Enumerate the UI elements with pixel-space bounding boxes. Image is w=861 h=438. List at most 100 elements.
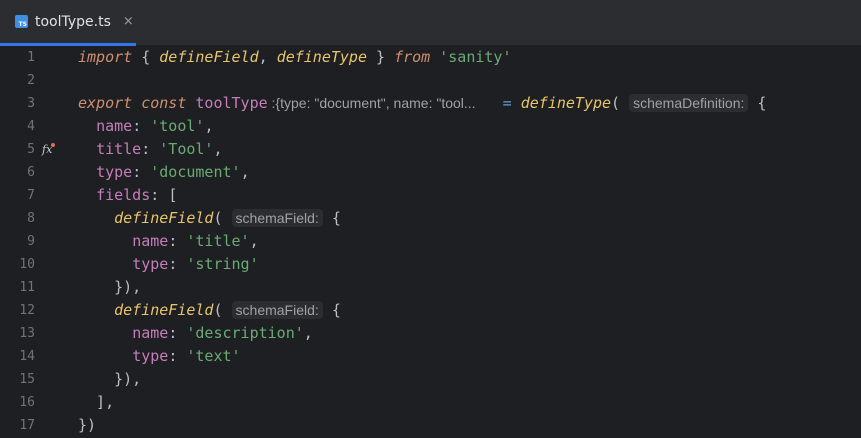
punctuation: :	[150, 186, 169, 204]
punctuation: :	[168, 347, 187, 365]
punctuation: {	[322, 209, 341, 227]
function-override-icon[interactable]: fx	[42, 138, 56, 161]
punctuation: ,	[204, 117, 214, 135]
identifier: defineField	[159, 48, 259, 66]
string-literal: 'document'	[150, 163, 241, 181]
string-literal: 'string'	[186, 255, 259, 273]
code-line-9[interactable]: name: 'title',	[78, 230, 259, 253]
punctuation: {	[322, 301, 341, 319]
property-key: name	[132, 232, 169, 250]
code-line-3[interactable]: export const toolType :{type: "document"…	[78, 92, 766, 115]
parameter-hint[interactable]: schemaField:	[231, 301, 323, 319]
code-line-17[interactable]: })	[78, 414, 96, 437]
parameter-hint[interactable]: schemaField:	[231, 209, 323, 227]
line-number: 5	[27, 142, 35, 157]
line-number: 12	[19, 303, 35, 318]
punctuation: :	[168, 324, 187, 342]
code-line-15[interactable]: }),	[78, 368, 141, 391]
punctuation: ,	[213, 140, 223, 158]
property-key: type	[132, 255, 169, 273]
line-number: 16	[19, 395, 35, 410]
punctuation: ,	[249, 232, 259, 250]
line-number: 3	[27, 96, 35, 111]
string-literal: 'title'	[186, 232, 250, 250]
close-tab-icon[interactable]: ×	[123, 14, 134, 29]
parameter-hint[interactable]: schemaDefinition:	[629, 94, 749, 112]
string-literal: 'tool'	[150, 117, 205, 135]
code-line-1[interactable]: import { defineField, defineType } from …	[78, 46, 512, 69]
code-line-16[interactable]: ],	[78, 391, 114, 414]
property-key: name	[96, 117, 133, 135]
keyword: from	[394, 48, 431, 66]
line-number: 6	[27, 165, 35, 180]
code-line-11[interactable]: }),	[78, 276, 141, 299]
punctuation: :	[132, 117, 151, 135]
line-number: 2	[27, 73, 35, 88]
punctuation: {	[748, 94, 767, 112]
operator: =	[502, 94, 512, 112]
property-key: type	[96, 163, 133, 181]
punctuation: :	[168, 232, 187, 250]
property-key: name	[132, 324, 169, 342]
punctuation: :	[168, 255, 187, 273]
punctuation: (	[611, 94, 621, 112]
function-call: defineField	[114, 209, 214, 227]
keyword: const	[141, 94, 187, 112]
punctuation: }	[367, 48, 395, 66]
punctuation: (	[213, 301, 223, 319]
code-line-5[interactable]: title: 'Tool',	[78, 138, 223, 161]
property-key: fields	[96, 186, 151, 204]
property-key: type	[132, 347, 169, 365]
keyword: export	[78, 94, 133, 112]
code-editor[interactable]: 1 2 3 4 5 fx 6 7 8 9 10 11 12 13 14 15 1…	[0, 46, 861, 438]
property-key: title	[96, 140, 142, 158]
string-literal: 'sanity'	[439, 48, 512, 66]
code-line-13[interactable]: name: 'description',	[78, 322, 313, 345]
string-literal: 'text'	[186, 347, 241, 365]
punctuation: ,	[303, 324, 313, 342]
line-number: 17	[19, 418, 35, 433]
code-line-10[interactable]: type: 'string'	[78, 253, 259, 276]
inferred-type-hint[interactable]: :{type: "document", name: "tool...	[268, 95, 476, 111]
line-number: 9	[27, 234, 35, 249]
variable-name: toolType	[195, 94, 268, 112]
typescript-file-icon-label: TS	[18, 21, 27, 28]
identifier: defineType	[276, 48, 367, 66]
line-number: 7	[27, 188, 35, 203]
code-line-12[interactable]: defineField( schemaField: {	[78, 299, 341, 322]
code-line-4[interactable]: name: 'tool',	[78, 115, 213, 138]
keyword: import	[78, 48, 133, 66]
function-call: defineType	[520, 94, 612, 112]
editor-tab-bar: TS toolType.ts ×	[0, 0, 861, 46]
string-literal: 'description'	[186, 324, 304, 342]
tab-tooltype-ts[interactable]: TS toolType.ts ×	[0, 0, 136, 46]
punctuation: {	[132, 48, 160, 66]
punctuation: :	[132, 163, 151, 181]
punctuation: ,	[240, 163, 250, 181]
code-line-6[interactable]: type: 'document',	[78, 161, 250, 184]
line-number: 13	[19, 326, 35, 341]
line-number: 14	[19, 349, 35, 364]
punctuation: (	[213, 209, 223, 227]
punctuation: [	[168, 186, 178, 204]
punctuation: ,	[258, 48, 277, 66]
line-number: 4	[27, 119, 35, 134]
code-line-14[interactable]: type: 'text'	[78, 345, 241, 368]
line-number: 15	[19, 372, 35, 387]
line-number: 11	[19, 280, 35, 295]
string-literal: 'Tool'	[159, 140, 214, 158]
line-number: 8	[27, 211, 35, 226]
line-number: 1	[27, 50, 35, 65]
code-line-7[interactable]: fields: [	[78, 184, 177, 207]
code-line-8[interactable]: defineField( schemaField: {	[78, 207, 341, 230]
